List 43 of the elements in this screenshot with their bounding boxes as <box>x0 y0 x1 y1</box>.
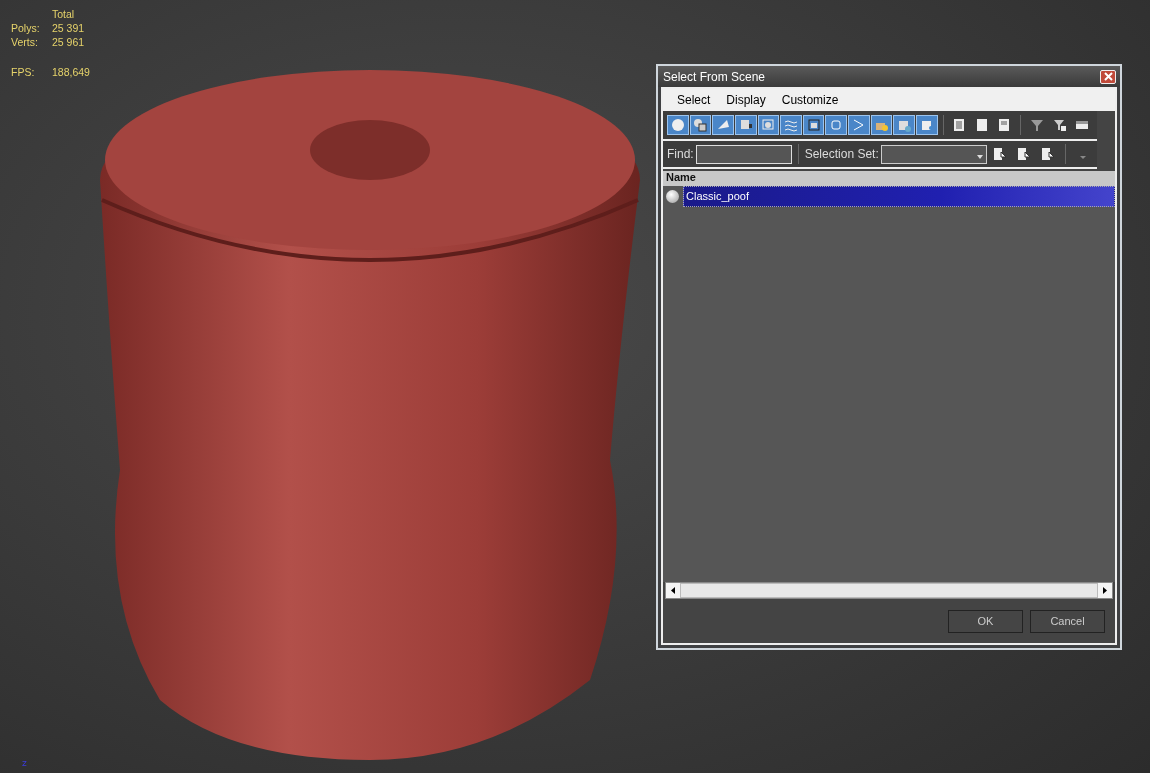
filter-toggle[interactable] <box>780 115 802 135</box>
horizontal-scrollbar[interactable] <box>665 582 1113 599</box>
dialog-title: Select From Scene <box>663 69 766 84</box>
stat-value: 188,649 <box>52 66 90 78</box>
scroll-left-icon[interactable] <box>666 583 680 598</box>
caret-icon <box>976 155 983 159</box>
filter-toggle[interactable] <box>689 115 712 135</box>
shapes-icon <box>692 117 709 133</box>
dialog-button[interactable]: OK <box>948 609 1023 633</box>
scroll-right-icon[interactable] <box>1098 583 1112 598</box>
stat-label: FPS: <box>11 66 36 78</box>
stat-value: 25 391 <box>52 22 86 34</box>
filter-toggle[interactable] <box>712 115 734 135</box>
selection-set-label: Selection Set: <box>804 147 879 161</box>
filter-toggle[interactable] <box>870 115 893 135</box>
square-icon <box>805 117 822 133</box>
find-field[interactable] <box>695 144 792 164</box>
filter-toggle[interactable] <box>734 115 757 135</box>
sphere-icon <box>669 117 686 133</box>
wave-icon <box>782 117 799 133</box>
stat-label: Polys: <box>11 22 41 34</box>
filter-toggle[interactable] <box>848 115 870 135</box>
filter-toggle[interactable] <box>667 115 689 135</box>
filter-toggle[interactable] <box>825 115 847 135</box>
dialog-button[interactable]: Cancel <box>1030 609 1105 633</box>
filter-toggle[interactable] <box>757 115 780 135</box>
menu-item[interactable]: Customize <box>773 93 847 107</box>
axis-label: z <box>22 758 27 768</box>
find-label: Find: <box>667 147 694 161</box>
filter-toggle[interactable] <box>915 115 938 135</box>
menu-item[interactable]: Display <box>718 93 774 107</box>
filter-toggle[interactable] <box>893 115 915 135</box>
square-icon <box>760 117 777 133</box>
selection-set-dropdown[interactable] <box>880 144 987 164</box>
column-header[interactable]: Name <box>663 171 1115 186</box>
stat-label: Verts: <box>11 36 39 48</box>
stat-value: 25 961 <box>52 36 86 48</box>
sphere-icon <box>666 190 679 203</box>
filter-toggle[interactable] <box>802 115 825 135</box>
stats-header: Total <box>52 8 76 20</box>
close-button[interactable] <box>1100 69 1116 84</box>
list-item[interactable]: Classic_poof <box>683 186 1115 207</box>
menu-item[interactable]: Select <box>669 93 719 107</box>
